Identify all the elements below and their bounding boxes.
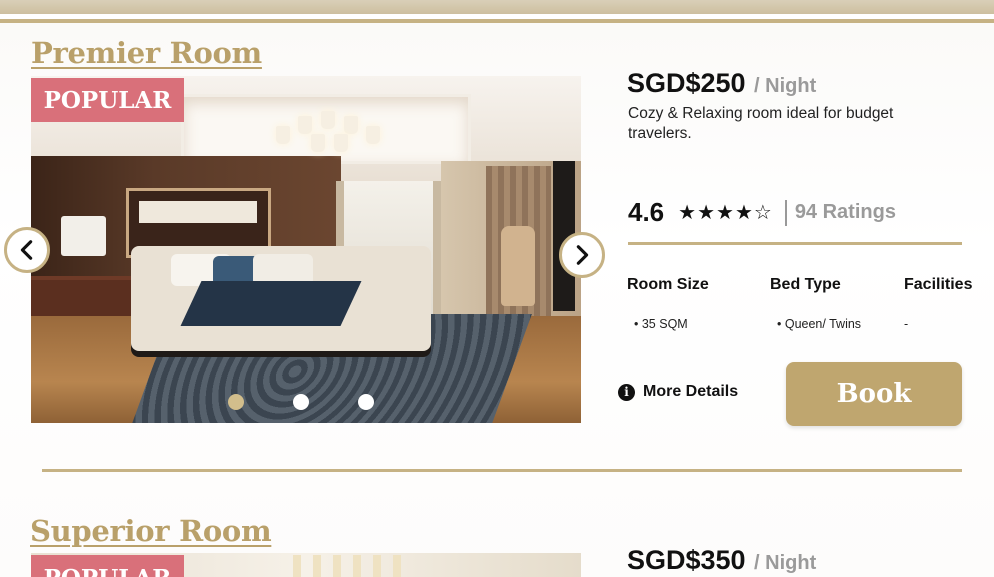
spec-label-room-size: Room Size — [627, 276, 709, 293]
more-details-label: More Details — [643, 383, 739, 400]
room-image-carousel[interactable] — [31, 76, 581, 423]
star-icon: ★★★★☆ — [678, 202, 773, 224]
room-description: Cozy & Relaxing room ideal for budget tr… — [628, 105, 894, 142]
carousel-prev-button[interactable] — [4, 227, 50, 273]
room-price: SGD$250 / Night — [627, 68, 816, 99]
price-amount: SGD$250 — [627, 68, 746, 98]
spec-value-facilities: - — [904, 317, 909, 331]
room-title[interactable]: Premier Room — [31, 36, 262, 70]
rating-value: 4.6 — [628, 197, 665, 227]
carousel-dot-2[interactable] — [293, 394, 309, 410]
popular-badge: POPULAR — [31, 555, 184, 577]
chevron-left-icon — [20, 240, 33, 260]
room-price: SGD$350 / Night — [627, 545, 816, 576]
carousel-next-button[interactable] — [559, 232, 605, 278]
rating-separator — [784, 199, 787, 226]
header-band — [0, 0, 994, 14]
chevron-right-icon — [576, 245, 589, 265]
spec-value-bed-type: • Queen/ Twins — [777, 317, 862, 331]
price-unit: / Night — [754, 552, 817, 574]
carousel-dot-3[interactable] — [358, 394, 374, 410]
spec-label-bed-type: Bed Type — [770, 276, 841, 293]
room-title[interactable]: Superior Room — [30, 514, 272, 548]
info-icon: i — [618, 383, 635, 401]
room-photo — [281, 555, 401, 577]
spec-value-room-size: • 35 SQM — [634, 317, 688, 331]
details-divider — [628, 242, 962, 245]
book-button[interactable]: Book — [786, 362, 962, 426]
spec-label-facilities: Facilities — [904, 276, 973, 293]
ratings-count[interactable]: 94 Ratings — [795, 201, 896, 224]
room-rating: 4.6 ★★★★☆ 94 Ratings — [628, 197, 896, 228]
section-divider — [42, 469, 962, 472]
more-details-link[interactable]: i More Details — [618, 383, 738, 401]
price-amount: SGD$350 — [627, 545, 746, 575]
price-unit: / Night — [754, 75, 817, 97]
room-photo — [31, 76, 581, 423]
popular-badge: POPULAR — [31, 78, 184, 122]
carousel-dot-1[interactable] — [228, 394, 244, 410]
